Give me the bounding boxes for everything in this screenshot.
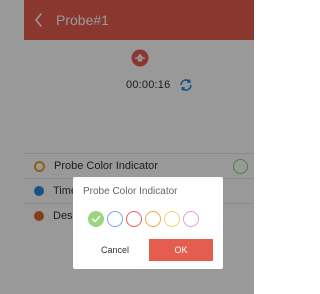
color-picker-dialog: Probe Color Indicator Cancel OK bbox=[73, 177, 223, 269]
swatch-orange[interactable] bbox=[145, 211, 161, 227]
swatch-yellow[interactable] bbox=[164, 211, 180, 227]
swatch-blue[interactable] bbox=[107, 211, 123, 227]
check-icon bbox=[92, 215, 101, 223]
ok-button[interactable]: OK bbox=[149, 239, 213, 261]
swatch-red[interactable] bbox=[126, 211, 142, 227]
dialog-title: Probe Color Indicator bbox=[83, 186, 178, 197]
app-screen: Probe#1 00:00:16 Probe Color Indicator T… bbox=[0, 0, 254, 294]
swatch-green-selected[interactable] bbox=[88, 211, 104, 227]
color-swatch-group bbox=[88, 209, 202, 229]
swatch-pink[interactable] bbox=[183, 211, 199, 227]
cancel-button[interactable]: Cancel bbox=[83, 239, 147, 261]
